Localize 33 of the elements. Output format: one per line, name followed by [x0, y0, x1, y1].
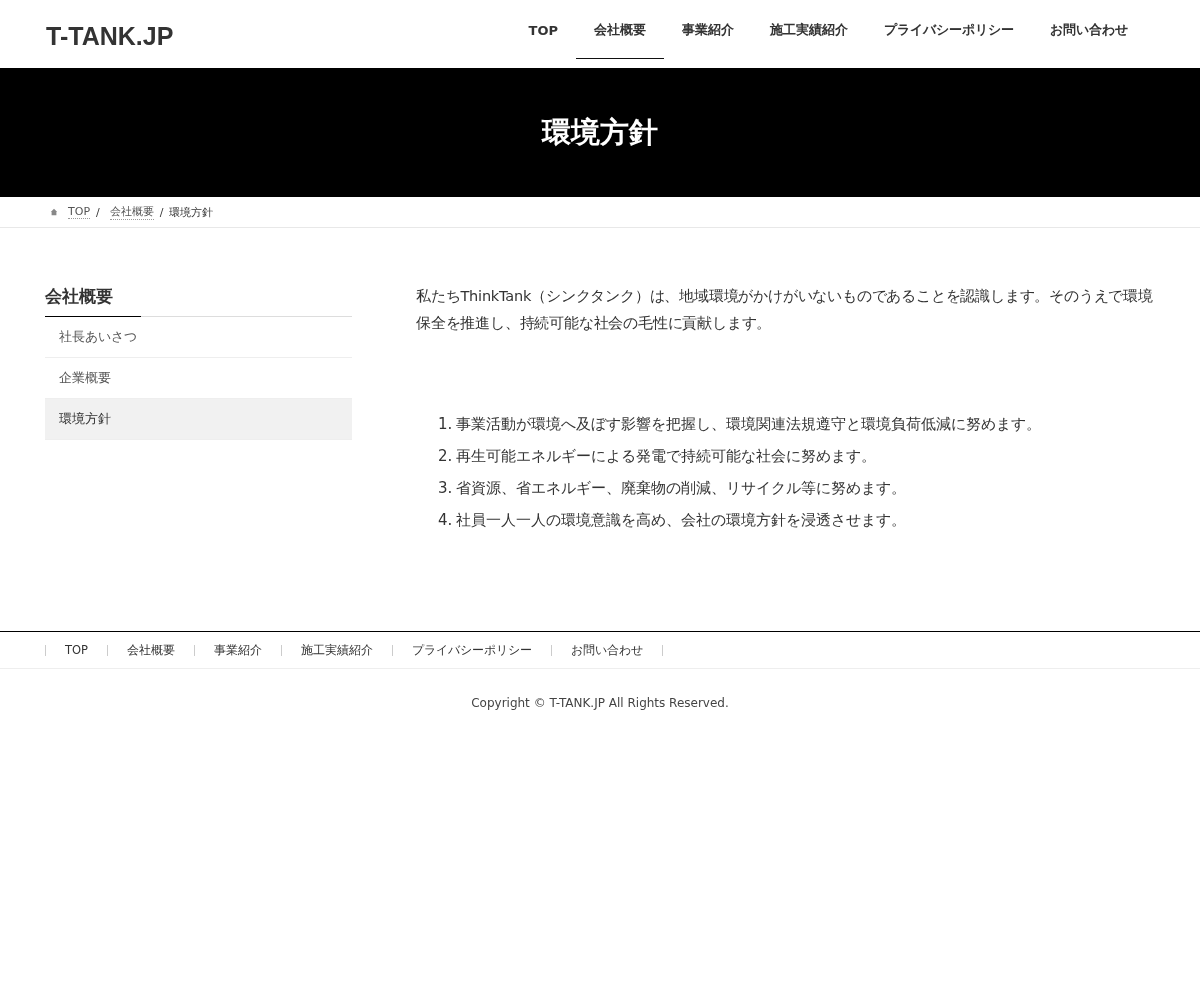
breadcrumb-separator: /	[96, 205, 100, 219]
sidebar-item[interactable]: 社長あいさつ	[45, 317, 352, 358]
policy-item: 社員一人一人の環境意識を高め、会社の環境方針を浸透させます。	[456, 511, 907, 531]
list-number: 4.	[438, 511, 453, 531]
nav-link[interactable]: お問い合わせ	[1032, 2, 1146, 59]
breadcrumb-link[interactable]: TOP	[68, 205, 90, 219]
nav-link[interactable]: 事業紹介	[664, 2, 752, 59]
footer-link[interactable]: お問い合わせ	[551, 644, 663, 656]
sidebar-item[interactable]: 環境方針	[45, 399, 352, 440]
home-icon	[50, 208, 58, 216]
list-number: 2.	[438, 447, 453, 467]
breadcrumb-separator: /	[159, 205, 164, 219]
breadcrumb-current: 環境方針	[169, 204, 214, 220]
nav-link[interactable]: 会社概要	[576, 2, 664, 59]
copyright-text: Copyright © T-TANK.JP All Rights Reserved.	[470, 695, 730, 710]
page-title: 環境方針	[542, 114, 658, 151]
footer-link[interactable]: 会社概要	[107, 644, 194, 656]
footer-link[interactable]: 事業紹介	[194, 644, 281, 656]
policy-item: 事業活動が環境へ及ぼす影響を把握し、環境関連法規遵守と環境負荷低減に努めます。	[456, 415, 1042, 435]
footer-link[interactable]: TOP	[45, 644, 107, 656]
footer-link[interactable]: 施工実績紹介	[281, 644, 392, 656]
policy-item: 再生可能エネルギーによる発電で持続可能な社会に努めます。	[456, 447, 877, 467]
nav-link[interactable]: 施工実績紹介	[752, 2, 866, 59]
intro-paragraph: 私たちThinkTank（シンクタンク）は、地域環境がかけがいないものであることを認識します。そのうえで環境保全を推進し、持続可能な社会の毛性に貢献します。	[416, 287, 1154, 333]
nav-link[interactable]: TOP	[510, 2, 576, 59]
sidebar-title: 会社概要	[45, 283, 141, 317]
list-number: 1.	[438, 415, 453, 435]
footer-link[interactable]: プライバシーポリシー	[392, 644, 551, 656]
nav-link[interactable]: プライバシーポリシー	[866, 2, 1032, 59]
policy-item: 省資源、省エネルギー、廃棄物の削減、リサイクル等に努めます。	[456, 479, 907, 499]
breadcrumb-link[interactable]: 会社概要	[109, 204, 154, 220]
list-number: 3.	[438, 479, 453, 499]
site-logo[interactable]: T-TANK.JP	[46, 21, 174, 51]
